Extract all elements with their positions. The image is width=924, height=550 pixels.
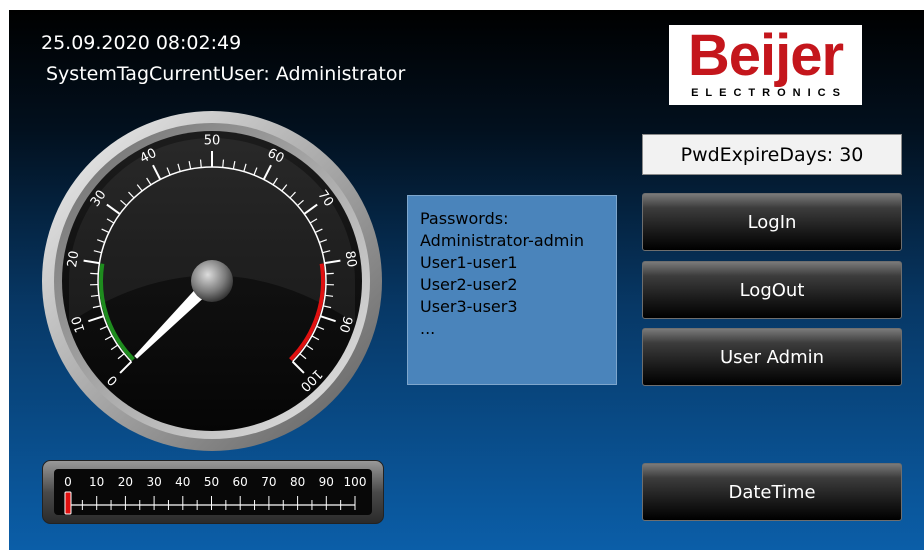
gauge-tick-label: 20 (65, 250, 82, 269)
circular-gauge: 0102030405060708090100 (42, 111, 382, 451)
gauge-hub (191, 260, 233, 302)
linear-gauge-tick-label: 30 (146, 475, 161, 489)
gauge-tick-label: 50 (204, 134, 221, 149)
linear-gauge-tick-label: 10 (89, 475, 104, 489)
linear-gauge-indicator (64, 491, 72, 515)
linear-gauge-tick-label: 100 (344, 475, 367, 489)
passwords-line: User2-user2 (420, 275, 518, 294)
gauge-minor-tick (222, 159, 225, 168)
logo-wordmark: Beijer (687, 23, 844, 88)
user-admin-button[interactable]: User Admin (642, 328, 902, 386)
logo-subtitle: ELECTRONICS (691, 87, 847, 99)
linear-gauge-tick-label: 90 (319, 475, 334, 489)
linear-gauge-tick-label: 50 (204, 475, 219, 489)
linear-gauge-tick-label: 80 (290, 475, 305, 489)
linear-gauge-tick-label: 70 (261, 475, 276, 489)
gauge-minor-tick (90, 272, 99, 275)
login-button[interactable]: LogIn (642, 193, 902, 251)
passwords-line: User1-user1 (420, 253, 518, 272)
passwords-line: Administrator-admin (420, 231, 584, 250)
hmi-screen: 25.09.2020 08:02:49 SystemTagCurrentUser… (9, 10, 924, 550)
gauge-minor-tick (325, 272, 334, 275)
datetime-display: 25.09.2020 08:02:49 (41, 32, 242, 54)
linear-gauge-tick-label: 20 (118, 475, 133, 489)
passwords-line: ... (420, 319, 436, 338)
passwords-line: Passwords: (420, 209, 509, 228)
current-user-label: SystemTagCurrentUser: Administrator (46, 63, 406, 85)
beijer-logo: Beijer ELECTRONICS (669, 23, 862, 105)
gauge-minor-tick (199, 159, 202, 168)
linear-gauge-tick-label: 40 (175, 475, 190, 489)
gauge-tick-label: 80 (342, 250, 359, 269)
linear-gauge-tick-label: 60 (233, 475, 248, 489)
datetime-button[interactable]: DateTime (642, 463, 902, 521)
linear-gauge-tick-label: 0 (64, 475, 72, 489)
linear-gauge: 0 10 20 30 40 50 60 70 80 90 100 (42, 460, 384, 524)
logout-button[interactable]: LogOut (642, 261, 902, 319)
passwords-line: User3-user3 (420, 297, 518, 316)
pwd-expire-display: PwdExpireDays: 30 (642, 134, 902, 175)
passwords-info-box: Passwords: Administrator-admin User1-use… (407, 195, 617, 385)
